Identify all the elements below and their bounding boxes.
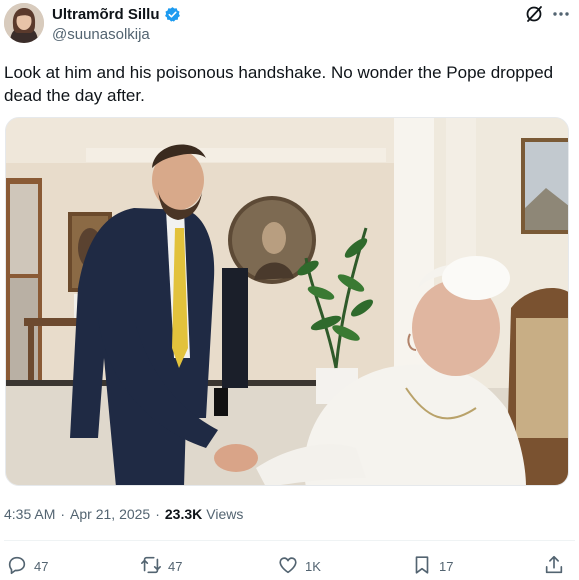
reply-count: 47: [34, 559, 49, 574]
more-icon[interactable]: [550, 4, 572, 24]
bookmark-button[interactable]: 17: [411, 554, 453, 579]
tweet-text: Look at him and his poisonous handshake.…: [4, 63, 554, 105]
tweet-time[interactable]: 4:35 AM: [4, 506, 55, 522]
handle[interactable]: @suunasolkija: [52, 26, 150, 43]
divider: [4, 540, 575, 541]
tweet-meta: 4:35 AM · Apr 21, 2025 · 23.3K Views: [4, 506, 243, 522]
reply-button[interactable]: 47: [6, 554, 48, 579]
meta-separator: ·: [155, 506, 160, 522]
avatar[interactable]: [4, 3, 44, 43]
like-button[interactable]: 1K: [277, 554, 321, 579]
author-line: Ultramõrd Sillu: [52, 6, 181, 23]
repost-count: 47: [168, 559, 183, 574]
reply-icon: [6, 554, 28, 579]
bookmark-count: 17: [439, 559, 454, 574]
views-count: 23.3K: [164, 506, 203, 522]
tweet-photo[interactable]: [5, 117, 569, 486]
like-icon: [277, 554, 299, 579]
verified-badge-icon: [164, 6, 181, 23]
grok-icon[interactable]: [524, 4, 544, 24]
meta-separator: ·: [60, 506, 66, 522]
share-icon: [543, 554, 565, 579]
views-label: Views: [206, 506, 244, 522]
bookmark-icon: [411, 554, 433, 579]
display-name[interactable]: Ultramõrd Sillu: [52, 6, 160, 23]
repost-button[interactable]: 47: [140, 554, 182, 579]
repost-icon: [140, 554, 162, 579]
share-button[interactable]: [543, 554, 565, 579]
tweet-date[interactable]: Apr 21, 2025: [70, 506, 150, 522]
tweet-card: Ultramõrd Sillu @suunasolkija Look at hi…: [0, 0, 579, 580]
like-count: 1K: [305, 559, 321, 574]
